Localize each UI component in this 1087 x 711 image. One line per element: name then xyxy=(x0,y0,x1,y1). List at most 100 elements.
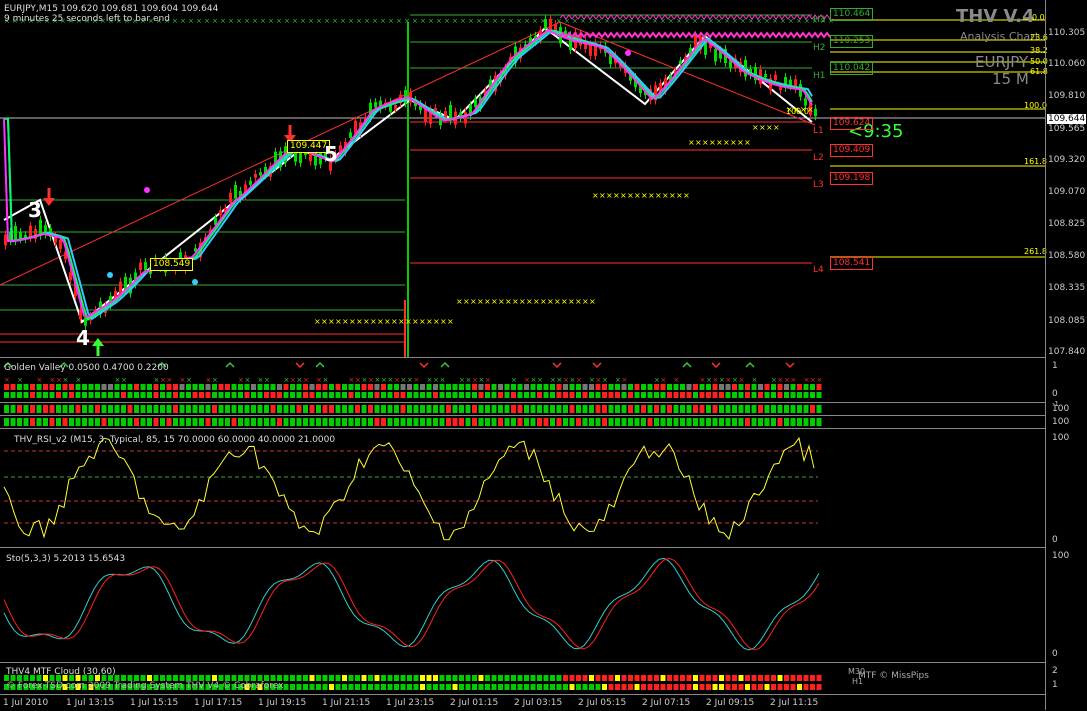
strip-cell xyxy=(296,405,302,413)
mtf-cell xyxy=(712,684,718,690)
signal-x: × xyxy=(575,297,582,306)
mtf-cell xyxy=(439,684,445,690)
mtf-cell xyxy=(738,684,744,690)
mtf-cell xyxy=(693,684,698,690)
gv-bar xyxy=(563,392,568,398)
mtf-cell xyxy=(348,675,354,681)
signal-x: × xyxy=(498,297,505,306)
signal-x: × xyxy=(484,297,491,306)
gv-bar xyxy=(381,392,386,398)
axis-tick: 109.565 xyxy=(1048,124,1086,134)
gv-bar xyxy=(686,384,692,390)
gv-bar xyxy=(361,392,367,398)
candle-body xyxy=(69,272,72,281)
mtf-cell xyxy=(524,675,529,681)
mtf-cell xyxy=(764,675,770,681)
strip-cell xyxy=(4,405,9,413)
golden-valley-pane[interactable]: × × × × × × × × × × × × × × × × × × × × × × × × × × × × × × × × × × × × × × × ×… xyxy=(0,357,1045,403)
gv-x: × xyxy=(537,376,543,384)
signal-x: × xyxy=(554,297,561,306)
strip-cell xyxy=(719,418,724,426)
mtf-cell xyxy=(654,675,659,681)
gv-x: × xyxy=(206,376,212,384)
strip-cell xyxy=(465,418,471,426)
candle-body xyxy=(144,262,147,271)
time-axis[interactable]: 1 Jul 2010 1 Jul 13:15 1 Jul 15:15 1 Jul… xyxy=(0,694,1045,711)
mtf-cell xyxy=(433,675,438,681)
strip-cell xyxy=(147,405,152,413)
gv-bar xyxy=(23,392,29,398)
signal-x: × xyxy=(426,317,433,326)
strip-cell xyxy=(231,418,237,426)
price-axis[interactable]: 110.305 110.060 109.810 109.565 109.320 … xyxy=(1045,0,1087,710)
strip-cell xyxy=(387,405,393,413)
strip-cell xyxy=(413,418,419,426)
strip-cell xyxy=(803,405,809,413)
mtf-cell xyxy=(576,684,581,690)
gv-bar xyxy=(166,384,172,390)
strip-cell xyxy=(257,418,263,426)
strip-pane-2[interactable] xyxy=(0,416,1045,429)
signal-x: × xyxy=(356,317,363,326)
gv-bar xyxy=(17,392,22,398)
gv-bar xyxy=(303,384,308,390)
axis-tick: 110.305 xyxy=(1048,28,1086,38)
mtf-cell xyxy=(511,675,516,681)
gv-bar xyxy=(797,384,802,390)
marker-x: × xyxy=(244,17,250,25)
chart-window[interactable]: × × × × × × × × × × × × × × × × × × × × × × × × × × × × × × × × × × × × × × × ×… xyxy=(0,0,1087,710)
gv-x: × xyxy=(401,376,407,384)
mtf-pane[interactable]: THV4 MTF Cloud (30,60) © Forex-TSD.com 2… xyxy=(0,663,1045,695)
time-tick: 1 Jul 17:15 xyxy=(194,698,243,708)
stochastic-pane[interactable]: Sto(5,3,3) 5.2013 15.6543 xyxy=(0,548,1045,663)
candle-body xyxy=(219,210,222,216)
gv-bar xyxy=(725,384,731,390)
strip-cell xyxy=(491,405,497,413)
gv-x: × xyxy=(485,376,491,384)
strip-pane-1[interactable] xyxy=(0,403,1045,416)
signal-x: × xyxy=(342,317,349,326)
strip-cell xyxy=(186,418,191,426)
strip-cell xyxy=(36,418,42,426)
gv-bar xyxy=(641,384,646,390)
rsi-pane[interactable]: THV_RSI_v2 (M15, 3, Typical, 85, 15 70.0… xyxy=(0,429,1045,548)
strip-cell xyxy=(218,405,224,413)
gv-bar xyxy=(758,392,763,398)
mtf-cell xyxy=(803,675,809,681)
strip-cell xyxy=(667,418,672,426)
strip-cell xyxy=(212,405,217,413)
arrow-down-icon xyxy=(592,362,602,369)
candle-body xyxy=(394,104,397,110)
strip-cell xyxy=(693,418,698,426)
strip-cell xyxy=(62,418,68,426)
signal-x: × xyxy=(766,123,773,132)
axis-tick: 108.580 xyxy=(1048,251,1086,261)
gv-bar xyxy=(134,392,139,398)
marker-x: × xyxy=(348,17,354,25)
mtf-cell xyxy=(595,684,601,690)
gv-bar xyxy=(641,392,646,398)
marker-x: × xyxy=(324,17,330,25)
gv-bar xyxy=(114,384,120,390)
axis-tick: 108.085 xyxy=(1048,316,1086,326)
mtf-cell xyxy=(654,684,659,690)
strip-cell xyxy=(225,418,230,426)
mtf-cell xyxy=(439,675,445,681)
strip-cell xyxy=(732,405,737,413)
strip-cell xyxy=(238,418,243,426)
gv-bar xyxy=(355,392,360,398)
mtf-cell xyxy=(693,675,698,681)
gv-bar xyxy=(88,384,94,390)
gv-bar xyxy=(374,392,380,398)
price-pane[interactable]: × × × × × × × × × × × × × × × × × × × × × × × × × × × × × × × × × × × × × × × ×… xyxy=(0,0,1048,358)
gv-bar xyxy=(179,384,185,390)
gv-bar xyxy=(543,384,549,390)
strip-cell xyxy=(790,405,796,413)
gv-bar xyxy=(277,384,282,390)
gv-bar xyxy=(719,392,724,398)
strip-cell xyxy=(621,405,627,413)
arrow-down-icon xyxy=(295,362,305,369)
mtf-cell xyxy=(426,675,432,681)
strip-cell xyxy=(30,418,35,426)
stochastic-chart xyxy=(3,557,820,651)
